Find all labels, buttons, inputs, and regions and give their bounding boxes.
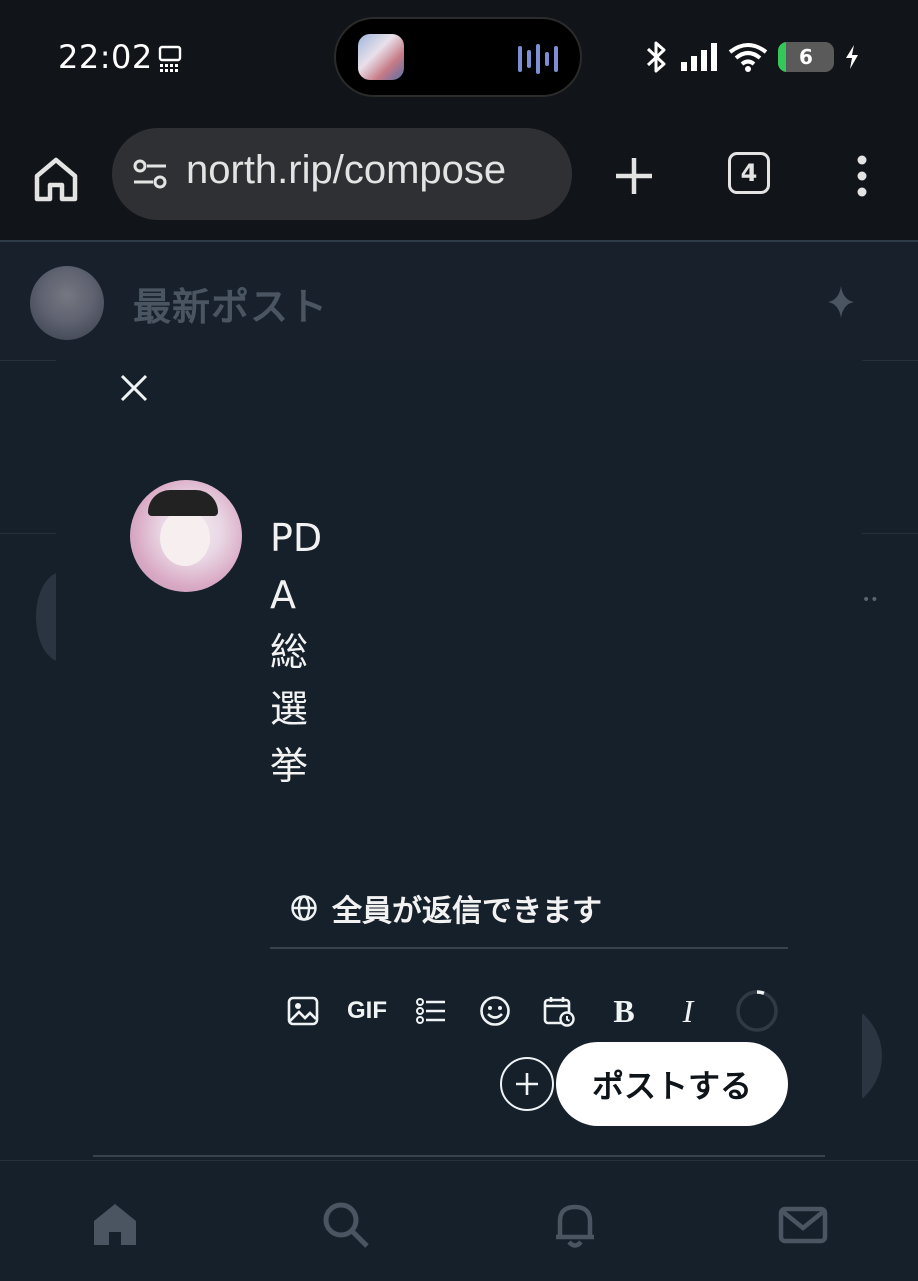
more-vert-icon[interactable] bbox=[848, 154, 876, 198]
post-textarea[interactable]: PDA総選挙 bbox=[270, 510, 330, 795]
search-icon[interactable] bbox=[320, 1199, 370, 1249]
avatar[interactable] bbox=[30, 266, 104, 340]
battery-level: 6 bbox=[799, 45, 813, 69]
list-icon bbox=[416, 998, 445, 1024]
divider bbox=[270, 947, 788, 949]
image-icon bbox=[287, 996, 319, 1026]
address-bar[interactable]: north.rip/compose bbox=[112, 128, 572, 220]
tune-icon[interactable] bbox=[132, 158, 168, 190]
gif-button[interactable]: GIF bbox=[342, 986, 392, 1036]
close-icon[interactable] bbox=[114, 368, 154, 408]
now-playing-artwork bbox=[358, 34, 404, 80]
reply-setting-button[interactable]: 全員が返信できます bbox=[290, 888, 602, 929]
cast-icon bbox=[158, 45, 182, 72]
status-icons: 6 bbox=[644, 40, 860, 74]
bell-icon[interactable] bbox=[550, 1199, 600, 1249]
plus-icon[interactable] bbox=[612, 154, 656, 198]
mail-icon[interactable] bbox=[778, 1199, 828, 1249]
progress-ring-icon bbox=[736, 990, 778, 1032]
emoji-icon bbox=[480, 996, 510, 1026]
bold-button[interactable]: B bbox=[604, 986, 644, 1036]
compose-toolbar: GIF B I bbox=[284, 986, 794, 1036]
bottom-nav bbox=[0, 1160, 918, 1281]
feed-header: 最新ポスト bbox=[0, 242, 918, 360]
poll-button[interactable] bbox=[412, 986, 450, 1036]
signal-icon bbox=[681, 43, 717, 71]
home-icon[interactable] bbox=[90, 1199, 140, 1249]
plus-icon bbox=[516, 1073, 538, 1095]
status-bar: 22:02 6 bbox=[0, 0, 918, 120]
image-button[interactable] bbox=[284, 986, 322, 1036]
post-button[interactable]: ポストする bbox=[556, 1042, 788, 1126]
compose-modal: PDA総選挙 全員が返信できます GIF B I ポストする bbox=[56, 360, 862, 1160]
character-counter bbox=[732, 986, 782, 1036]
status-time: 22:02 bbox=[58, 38, 153, 76]
divider bbox=[93, 1155, 825, 1157]
calendar-icon bbox=[543, 997, 575, 1027]
sparkle-icon[interactable] bbox=[826, 284, 856, 320]
emoji-button[interactable] bbox=[476, 986, 514, 1036]
url-text[interactable]: north.rip/compose bbox=[186, 148, 506, 193]
reply-setting-label: 全員が返信できます bbox=[332, 894, 602, 929]
bluetooth-icon bbox=[646, 41, 666, 73]
page-title: 最新ポスト bbox=[133, 285, 329, 329]
more-icon: •• bbox=[862, 592, 879, 608]
wifi-icon bbox=[728, 43, 768, 72]
avatar[interactable] bbox=[130, 480, 242, 592]
globe-icon bbox=[291, 895, 317, 921]
add-thread-button[interactable] bbox=[500, 1057, 554, 1111]
tab-count: 4 bbox=[740, 159, 758, 187]
schedule-button[interactable] bbox=[540, 986, 578, 1036]
italic-button[interactable]: I bbox=[668, 986, 708, 1036]
tab-switcher-button[interactable]: 4 bbox=[728, 152, 770, 194]
battery-icon: 6 bbox=[778, 42, 834, 72]
audio-wave-icon bbox=[518, 43, 558, 75]
charging-icon bbox=[846, 45, 858, 69]
dynamic-island[interactable] bbox=[334, 17, 582, 97]
browser-toolbar: north.rip/compose 4 bbox=[0, 120, 918, 240]
home-icon[interactable] bbox=[30, 153, 82, 205]
